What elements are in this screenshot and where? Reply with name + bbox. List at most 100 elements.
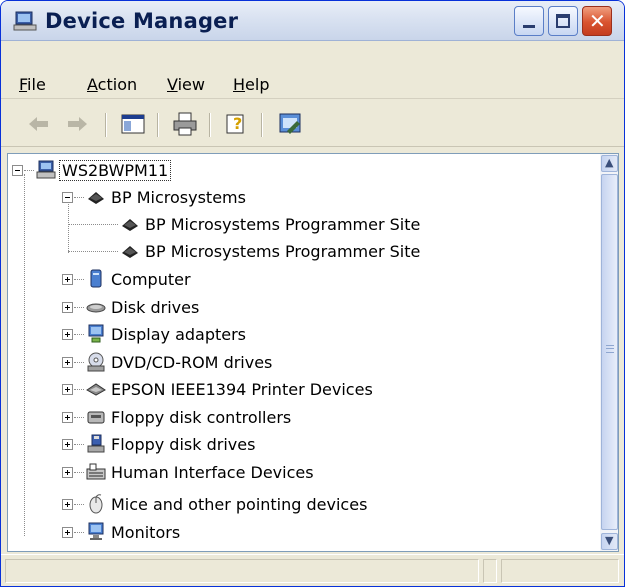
status-pane <box>483 559 497 583</box>
menu-action[interactable]: Action <box>87 75 137 94</box>
minimize-icon <box>523 25 535 28</box>
back-arrow-icon[interactable] <box>25 111 53 137</box>
device-manager-window: Device Manager ✕ File Action View Help ?… <box>0 0 625 587</box>
close-button[interactable]: ✕ <box>582 6 612 36</box>
menu-file[interactable]: File <box>19 75 46 94</box>
minimize-button[interactable] <box>514 6 544 36</box>
tree-item-floppy-disk-drives[interactable]: Floppy disk drives <box>8 432 568 458</box>
svg-text:?: ? <box>233 114 242 133</box>
vertical-scrollbar[interactable]: ▲ ▼ <box>600 154 618 551</box>
print-icon[interactable] <box>171 111 199 137</box>
tree-connector <box>74 444 84 445</box>
expand-expander[interactable] <box>62 527 73 538</box>
floppy-controller-icon <box>87 411 105 424</box>
tree-item-computer[interactable]: Computer <box>8 267 568 293</box>
tree-item-human-interface-devices[interactable]: Human Interface Devices <box>8 460 568 486</box>
expand-expander[interactable] <box>62 384 73 395</box>
expand-expander[interactable] <box>62 274 73 285</box>
tree-connector <box>74 504 84 505</box>
tree-item-monitors[interactable]: Monitors <box>8 520 568 546</box>
status-pane-main <box>5 559 479 583</box>
toolbar: ? <box>1 101 624 147</box>
tree-item-label: Display adapters <box>111 325 247 344</box>
status-bar <box>1 554 624 586</box>
tree-item-epson-printer-devices[interactable]: EPSON IEEE1394 Printer Devices <box>8 377 568 403</box>
tree-connector <box>68 224 118 225</box>
tree-item-programmer-site[interactable]: BP Microsystems Programmer Site <box>8 212 568 238</box>
tree-item-label: Mice and other pointing devices <box>111 495 368 514</box>
expand-expander[interactable] <box>62 329 73 340</box>
scrollbar-grip-icon <box>606 345 614 353</box>
menu-help[interactable]: Help <box>233 75 269 94</box>
toolbar-separator <box>209 113 211 137</box>
scroll-down-button[interactable]: ▼ <box>601 533 618 550</box>
tree-item-label: Computer <box>111 270 191 289</box>
tree-item-label: DVD/CD-ROM drives <box>111 353 273 372</box>
floppy-drive-icon <box>87 434 105 453</box>
tree-connector <box>68 251 118 252</box>
display-adapter-icon <box>88 324 104 343</box>
device-chip-icon <box>122 246 138 258</box>
tree-item-disk-drives[interactable]: Disk drives <box>8 295 568 321</box>
expand-expander[interactable] <box>62 467 73 478</box>
tree-connector <box>74 389 84 390</box>
tree-connector <box>24 170 34 171</box>
tree-item-mice-pointing-devices[interactable]: Mice and other pointing devices <box>8 492 568 518</box>
expand-expander[interactable] <box>62 439 73 450</box>
tree-item-label: BP Microsystems <box>111 188 246 207</box>
disk-drive-icon <box>86 303 106 313</box>
mouse-icon <box>89 494 103 514</box>
scroll-up-button[interactable]: ▲ <box>601 155 618 172</box>
tree-item-floppy-disk-controllers[interactable]: Floppy disk controllers <box>8 405 568 431</box>
title-bar[interactable]: Device Manager ✕ <box>1 1 624 41</box>
collapse-expander[interactable] <box>12 165 23 176</box>
tree-item-label: BP Microsystems Programmer Site <box>145 242 421 261</box>
menu-view[interactable]: View <box>167 75 205 94</box>
tree-item-label: EPSON IEEE1394 Printer Devices <box>111 380 373 399</box>
tree-item-programmer-site[interactable]: BP Microsystems Programmer Site <box>8 239 568 265</box>
tree-connector <box>74 197 84 198</box>
tree-item-label: Monitors <box>111 523 181 542</box>
toolbar-separator <box>105 113 107 137</box>
tree-connector <box>74 472 84 473</box>
device-tree-panel: WS2BWPM11 BP Microsystems BP Microsystem… <box>7 153 619 552</box>
tree-item-label: BP Microsystems Programmer Site <box>145 215 421 234</box>
toolbar-separator <box>261 113 263 137</box>
expand-expander[interactable] <box>62 412 73 423</box>
cd-drive-icon <box>87 352 105 372</box>
help-icon[interactable]: ? <box>223 111 251 137</box>
device-chip-icon <box>122 219 138 231</box>
forward-arrow-icon[interactable] <box>63 111 91 137</box>
tree-root[interactable]: WS2BWPM11 <box>8 158 568 184</box>
monitor-icon <box>88 522 104 540</box>
maximize-button[interactable] <box>548 6 578 36</box>
tree-root-label: WS2BWPM11 <box>58 160 172 181</box>
tree-item-display-adapters[interactable]: Display adapters <box>8 322 568 348</box>
device-chip-icon <box>88 192 104 204</box>
computer-icon <box>36 160 56 179</box>
tree-connector <box>74 417 84 418</box>
expand-expander[interactable] <box>62 499 73 510</box>
collapse-expander[interactable] <box>62 192 73 203</box>
window-title: Device Manager <box>45 9 239 33</box>
keyboard-icon <box>86 463 106 480</box>
tree-item-dvd-cd-rom-drives[interactable]: DVD/CD-ROM drives <box>8 350 568 376</box>
close-icon: ✕ <box>589 9 606 33</box>
tree-item-label: Human Interface Devices <box>111 463 314 482</box>
tree-connector <box>74 307 84 308</box>
maximize-icon <box>556 14 570 28</box>
device-tree[interactable]: WS2BWPM11 BP Microsystems BP Microsystem… <box>8 154 600 551</box>
tree-connector <box>74 334 84 335</box>
scroll-down-icon: ▼ <box>605 534 614 547</box>
tree-item-label: Disk drives <box>111 298 200 317</box>
status-pane <box>501 559 619 583</box>
tree-item-bp-microsystems[interactable]: BP Microsystems <box>8 185 568 211</box>
computer-icon <box>90 269 102 288</box>
tree-item-label: Floppy disk drives <box>111 435 256 454</box>
scrollbar-thumb[interactable] <box>601 174 618 530</box>
expand-expander[interactable] <box>62 357 73 368</box>
expand-expander[interactable] <box>62 302 73 313</box>
toolbar-separator <box>157 113 159 137</box>
properties-icon[interactable] <box>277 111 305 137</box>
show-hide-console-tree-icon[interactable] <box>119 111 147 137</box>
